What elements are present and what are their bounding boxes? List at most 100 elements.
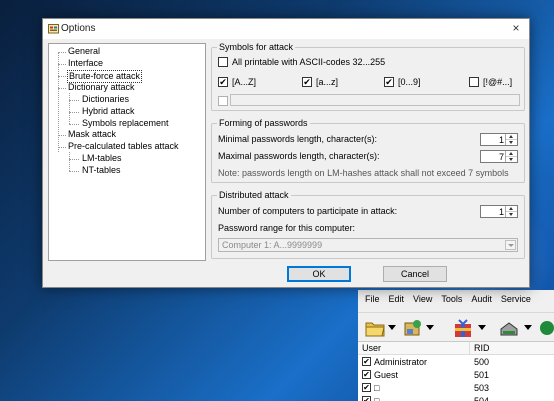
chevron-down-icon[interactable] xyxy=(505,240,516,250)
user-name: Administrator xyxy=(374,356,428,367)
table-row[interactable]: ✔ □ 504 xyxy=(358,394,554,401)
user-rid: 500 xyxy=(474,356,490,367)
table-row[interactable]: ✔ Administrator 500 xyxy=(358,355,554,368)
spin-down-icon[interactable] xyxy=(506,140,517,146)
min-length-stepper[interactable]: 1 xyxy=(480,133,518,146)
custom-charset-input[interactable] xyxy=(230,94,520,106)
menu-tools[interactable]: Tools xyxy=(441,294,462,310)
options-tree: General Interface Brute-force attack Dic… xyxy=(48,43,206,261)
tree-connector xyxy=(69,124,79,125)
user-rid: 504 xyxy=(474,395,490,401)
options-window-icon xyxy=(48,23,59,34)
user-rid: 501 xyxy=(474,369,490,380)
symbols-group-title: Symbols for attack xyxy=(217,42,296,53)
tree-item-dictionaries[interactable]: Dictionaries xyxy=(81,94,130,105)
lowercase-checkbox[interactable]: ✔ xyxy=(302,77,312,87)
spin-down-icon[interactable] xyxy=(506,157,517,163)
import-icon[interactable] xyxy=(402,317,424,339)
cancel-button[interactable]: Cancel xyxy=(383,266,447,282)
length-note: Note: passwords length on LM-hashes atta… xyxy=(218,168,509,178)
tree-connector xyxy=(69,93,70,124)
forming-group: Forming of passwords Minimal passwords l… xyxy=(211,118,525,183)
tree-item-general[interactable]: General xyxy=(67,46,101,57)
computers-count-value: 1 xyxy=(498,207,504,217)
tree-connector xyxy=(58,52,59,152)
title-bar[interactable]: Options × xyxy=(43,19,529,39)
password-range-value: Computer 1: A...9999999 xyxy=(222,240,323,250)
tree-item-mask-attack[interactable]: Mask attack xyxy=(67,129,117,140)
menu-audit[interactable]: Audit xyxy=(471,294,492,310)
tree-connector xyxy=(58,64,66,65)
computers-count-stepper[interactable]: 1 xyxy=(480,205,518,218)
min-length-value: 1 xyxy=(498,135,504,145)
tree-item-dictionary-attack[interactable]: Dictionary attack xyxy=(67,82,136,93)
table-header: User RID xyxy=(358,342,554,355)
tree-connector xyxy=(69,171,79,172)
column-user[interactable]: User xyxy=(358,342,470,354)
tree-item-lm-tables[interactable]: LM-tables xyxy=(81,153,123,164)
tree-item-hybrid-attack[interactable]: Hybrid attack xyxy=(81,106,136,117)
distributed-group: Distributed attack Number of computers t… xyxy=(211,190,525,259)
menu-file[interactable]: File xyxy=(365,294,380,310)
menu-bar: File Edit View Tools Audit Service xyxy=(358,294,531,310)
close-icon[interactable]: × xyxy=(509,21,523,35)
tree-item-pre-calculated-tables-attack[interactable]: Pre-calculated tables attack xyxy=(67,141,180,152)
row-checkbox[interactable]: ✔ xyxy=(362,383,371,392)
tree-connector xyxy=(69,159,79,160)
column-rid[interactable]: RID xyxy=(470,342,554,354)
menu-service[interactable]: Service xyxy=(501,294,531,310)
toolbar xyxy=(358,312,554,342)
custom-charset-checkbox[interactable] xyxy=(218,96,228,106)
distributed-group-title: Distributed attack xyxy=(217,190,291,201)
all-printable-label: All printable with ASCII-codes 32...255 xyxy=(232,57,386,67)
digits-checkbox[interactable]: ✔ xyxy=(384,77,394,87)
row-checkbox[interactable]: ✔ xyxy=(362,370,371,379)
special-chars-checkbox[interactable] xyxy=(469,77,479,87)
tree-connector xyxy=(69,112,79,113)
options-dialog: Options × General Interface Brute-force … xyxy=(42,18,530,288)
max-length-stepper[interactable]: 7 xyxy=(480,150,518,163)
gift-icon[interactable] xyxy=(452,317,474,339)
menu-view[interactable]: View xyxy=(413,294,432,310)
user-name: □ xyxy=(374,395,380,401)
open-folder-icon[interactable] xyxy=(364,317,386,339)
tree-connector xyxy=(69,100,79,101)
ok-button[interactable]: OK xyxy=(287,266,351,282)
green-tool-icon[interactable] xyxy=(536,317,554,339)
tree-connector xyxy=(58,88,66,89)
chevron-down-icon[interactable] xyxy=(478,325,486,330)
table-row[interactable]: ✔ Guest 501 xyxy=(358,368,554,381)
menu-edit[interactable]: Edit xyxy=(389,294,405,310)
user-name: □ xyxy=(374,382,380,393)
password-range-select[interactable]: Computer 1: A...9999999 xyxy=(218,238,518,252)
user-name: Guest xyxy=(374,369,399,380)
all-printable-checkbox[interactable] xyxy=(218,57,228,67)
min-length-label: Minimal passwords length, character(s): xyxy=(218,134,378,144)
tree-item-symbols-replacement[interactable]: Symbols replacement xyxy=(81,118,170,129)
tree-item-interface[interactable]: Interface xyxy=(67,58,104,69)
row-checkbox[interactable]: ✔ xyxy=(362,396,371,401)
chevron-down-icon[interactable] xyxy=(426,325,434,330)
chevron-down-icon[interactable] xyxy=(524,325,532,330)
digits-label: [0...9] xyxy=(398,77,421,87)
background-app-window: File Edit View Tools Audit Service User … xyxy=(358,290,554,401)
chevron-down-icon[interactable] xyxy=(388,325,396,330)
tree-item-nt-tables[interactable]: NT-tables xyxy=(81,165,122,176)
row-checkbox[interactable]: ✔ xyxy=(362,357,371,366)
dialog-title: Options xyxy=(61,23,96,34)
tree-connector xyxy=(69,152,70,171)
symbols-group: Symbols for attack All printable with AS… xyxy=(211,42,525,111)
tree-connector xyxy=(58,147,66,148)
computers-count-label: Number of computers to participate in at… xyxy=(218,206,398,216)
special-chars-label: [!@#...] xyxy=(483,77,513,87)
uppercase-checkbox[interactable]: ✔ xyxy=(218,77,228,87)
disk-icon[interactable] xyxy=(498,317,520,339)
max-length-label: Maximal passwords length, character(s): xyxy=(218,151,380,161)
tree-connector xyxy=(58,52,66,53)
uppercase-label: [A...Z] xyxy=(232,77,257,87)
spin-down-icon[interactable] xyxy=(506,212,517,218)
lowercase-label: [a...z] xyxy=(316,77,339,87)
table-row[interactable]: ✔ □ 503 xyxy=(358,381,554,394)
user-rid: 503 xyxy=(474,382,490,393)
users-table: User RID ✔ Administrator 500 ✔ Guest 501 ✔… xyxy=(358,342,554,401)
